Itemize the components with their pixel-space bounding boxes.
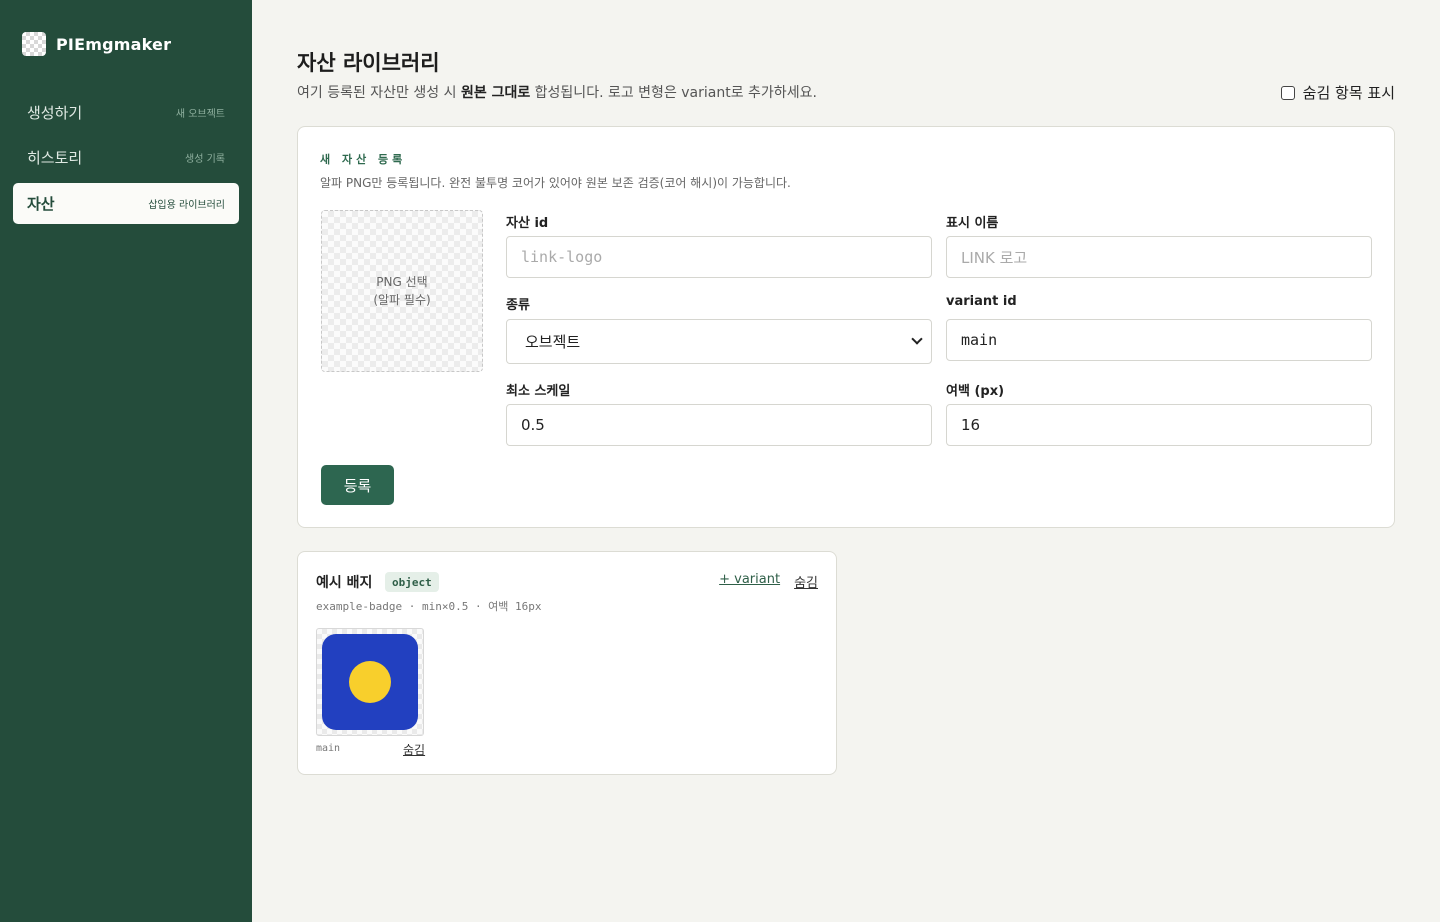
show-hidden-toggle[interactable]: 숨김 항목 표시	[1280, 82, 1395, 103]
asset-meta: example-badge · min×0.5 · 여백 16px	[316, 600, 542, 613]
dropzone-hint: (알파 필수)	[373, 293, 431, 307]
kind-label: 종류	[506, 298, 530, 313]
min-scale-label: 최소 스케일	[506, 384, 571, 399]
add-variant-link[interactable]: + variant	[719, 572, 780, 591]
register-description: 알파 PNG만 등록됩니다. 완전 불투명 코어가 있어야 원본 보존 검증(코…	[320, 176, 791, 190]
sidebar-item-sub: 생성 기록	[185, 154, 225, 165]
asset-name: 예시 배지	[316, 575, 373, 591]
sidebar-item-history[interactable]: 히스토리 생성 기록	[13, 137, 239, 178]
variant-id-label: variant id	[946, 294, 1017, 309]
display-name-input[interactable]: LINK 로고	[946, 236, 1372, 278]
register-button[interactable]: 등록	[321, 465, 394, 505]
asset-actions: + variant 숨김	[719, 572, 818, 591]
page-description: 여기 등록된 자산만 생성 시 원본 그대로 합성됩니다. 로고 변형은 var…	[297, 82, 817, 102]
sidebar: PIEmgmaker 생성하기 새 오브젝트 히스토리 생성 기록 자산 삽입용…	[0, 0, 252, 922]
sidebar-item-label: 생성하기	[27, 104, 83, 122]
desc-text: 여기 등록된 자산만 생성 시	[297, 85, 461, 101]
asset-card: 예시 배지 object + variant 숨김 example-badge …	[297, 551, 837, 775]
chevron-down-icon	[911, 333, 923, 345]
sidebar-item-sub: 새 오브젝트	[175, 109, 225, 120]
hide-variant-link[interactable]: 숨김	[403, 741, 425, 758]
show-hidden-checkbox[interactable]	[1280, 85, 1295, 100]
display-name-label: 표시 이름	[946, 216, 999, 231]
dropzone-label: PNG 선택	[376, 275, 428, 289]
sidebar-item-generate[interactable]: 생성하기 새 오브젝트	[13, 92, 239, 133]
asset-id-label: 자산 id	[506, 216, 549, 231]
logo-icon	[22, 32, 46, 56]
variant-id-input[interactable]: main	[946, 319, 1372, 361]
png-dropzone[interactable]: PNG 선택 (알파 필수)	[321, 210, 483, 372]
hide-asset-link[interactable]: 숨김	[794, 572, 818, 591]
sidebar-item-label: 히스토리	[27, 149, 83, 167]
app-name: PIEmgmaker	[56, 34, 172, 54]
badge-dot	[349, 661, 391, 703]
kind-selected-value: 오브젝트	[525, 333, 581, 351]
sidebar-item-assets[interactable]: 자산 삽입용 라이브러리	[13, 183, 239, 224]
asset-id-input[interactable]: link-logo	[506, 236, 932, 278]
sidebar-item-label: 자산	[27, 195, 55, 213]
min-scale-input[interactable]: 0.5	[506, 404, 932, 446]
register-asset-card: 새 자산 등록 알파 PNG만 등록됩니다. 완전 불투명 코어가 있어야 원본…	[297, 126, 1395, 528]
asset-type-badge: object	[385, 572, 439, 592]
badge-image	[322, 634, 418, 730]
variant-thumbnail[interactable]	[316, 628, 424, 736]
desc-emphasis: 원본 그대로	[460, 85, 531, 101]
kind-select[interactable]: 오브젝트	[506, 319, 932, 364]
register-title: 새 자산 등록	[320, 153, 407, 166]
show-hidden-label: 숨김 항목 표시	[1302, 84, 1395, 102]
brand[interactable]: PIEmgmaker	[22, 32, 171, 56]
desc-text: 합성됩니다. 로고 변형은 variant로 추가하세요.	[530, 85, 817, 101]
padding-label: 여백 (px)	[946, 384, 1005, 399]
padding-input[interactable]: 16	[946, 404, 1372, 446]
sidebar-item-sub: 삽입용 라이브러리	[148, 200, 225, 211]
variant-id: main	[316, 743, 341, 754]
page-title: 자산 라이브러리	[297, 51, 440, 75]
